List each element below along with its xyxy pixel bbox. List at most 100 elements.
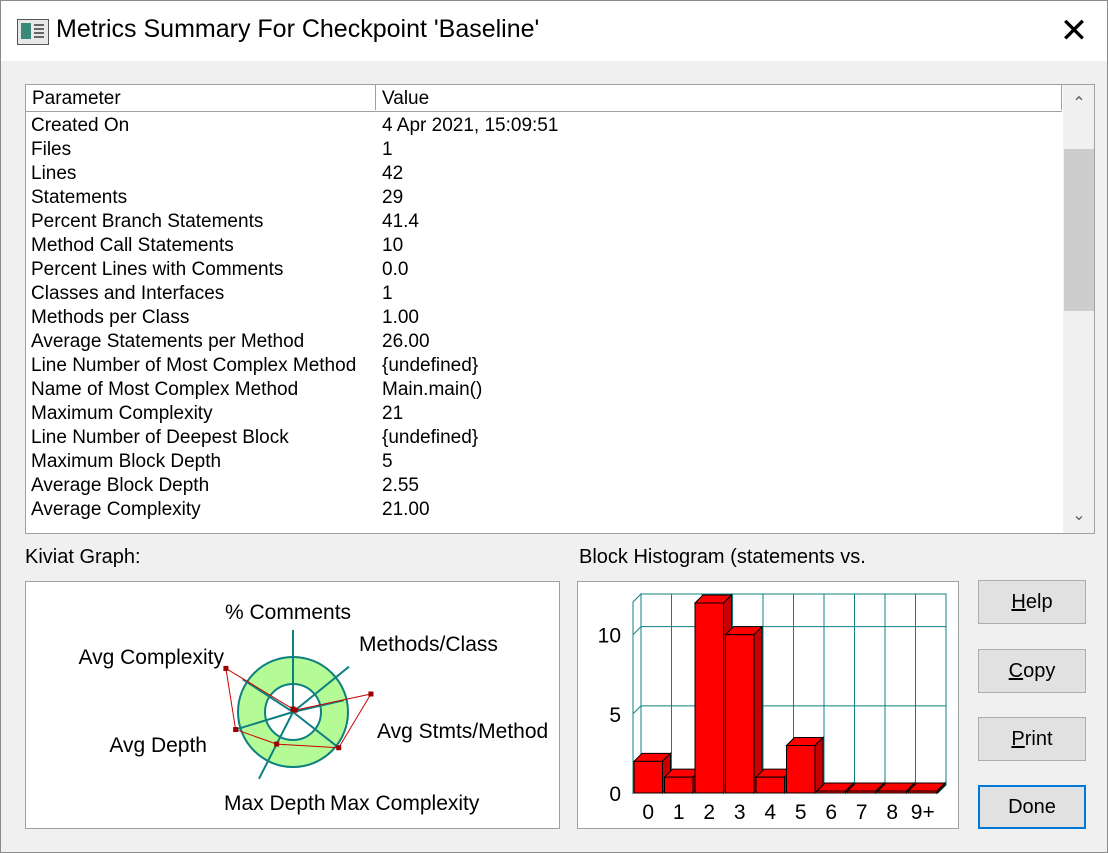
value-cell: 10 xyxy=(382,235,404,256)
parameter-cell: Percent Branch Statements xyxy=(31,211,264,232)
parameter-cell: Name of Most Complex Method xyxy=(31,379,299,400)
value-cell: 0.0 xyxy=(382,259,409,280)
value-cell: 29 xyxy=(382,187,404,208)
value-cell: 1 xyxy=(382,139,393,160)
parameter-cell: Percent Lines with Comments xyxy=(31,259,284,280)
table-header: Parameter Value xyxy=(26,85,1062,112)
histogram-y-tick-label: 10 xyxy=(598,625,621,648)
parameter-cell: Average Block Depth xyxy=(31,475,210,496)
table-row[interactable]: Line Number of Most Complex Method {undef… xyxy=(26,354,1062,378)
kiviat-axis-label: % Comments xyxy=(225,601,351,624)
parameter-cell: Lines xyxy=(31,163,77,184)
value-cell: 42 xyxy=(382,163,404,184)
column-header-parameter[interactable]: Parameter xyxy=(26,85,376,110)
done-label: Done xyxy=(1008,796,1056,818)
close-button[interactable]: ✕ xyxy=(1051,11,1097,51)
help-accelerator: H xyxy=(1011,591,1026,613)
kiviat-graph-canvas: % Comments Methods/Class Avg Stmts/Method M… xyxy=(78,601,548,815)
kiviat-axis-label: Methods/Class xyxy=(359,633,498,656)
parameter-cell: Line Number of Deepest Block xyxy=(31,427,289,448)
value-cell: 41.4 xyxy=(382,211,419,232)
table-row[interactable]: Method Call Statements 10 xyxy=(26,234,1062,258)
table-row[interactable]: Percent Lines with Comments 0.0 xyxy=(26,258,1062,282)
kiviat-vertex-marker xyxy=(223,665,229,671)
parameter-cell: Line Number of Most Complex Method xyxy=(31,355,357,376)
done-button[interactable]: Done xyxy=(978,785,1086,829)
histogram-x-tick-label: 7 xyxy=(856,801,868,824)
histogram-y-tick-label: 5 xyxy=(609,704,621,727)
value-cell: 1 xyxy=(382,283,393,304)
column-header-value[interactable]: Value xyxy=(376,85,1062,110)
table-row[interactable]: Line Number of Deepest Block {undefined} xyxy=(26,426,1062,450)
close-icon: ✕ xyxy=(1059,12,1089,50)
print-label-rest: rint xyxy=(1024,728,1053,750)
histogram-bar xyxy=(725,634,755,794)
help-button[interactable]: Help xyxy=(978,580,1086,624)
histogram-bar xyxy=(908,790,938,794)
histogram-bar xyxy=(847,790,877,794)
histogram-x-tick-label: 5 xyxy=(795,801,807,824)
histogram-x-tick-label: 2 xyxy=(703,801,715,824)
value-cell: 1.00 xyxy=(382,307,419,328)
kiviat-vertex-marker xyxy=(233,727,239,733)
parameter-cell: Methods per Class xyxy=(31,307,190,328)
table-row[interactable]: Created On 4 Apr 2021, 15:09:51 xyxy=(26,114,1062,138)
kiviat-graph: % Comments Methods/Class Avg Stmts/Method M… xyxy=(25,581,560,829)
value-cell: 2.55 xyxy=(382,475,419,496)
scroll-thumb[interactable] xyxy=(1064,149,1094,311)
copy-button[interactable]: Copy xyxy=(978,649,1086,693)
metrics-table: Parameter Value Created On 4 Apr 2021, 15… xyxy=(25,84,1095,534)
histogram-bar xyxy=(877,790,907,794)
app-icon xyxy=(17,19,49,45)
histogram-x-tick-label: 8 xyxy=(886,801,898,824)
value-cell: {undefined} xyxy=(382,355,479,376)
table-row[interactable]: Maximum Block Depth 5 xyxy=(26,450,1062,474)
table-row[interactable]: Name of Most Complex Method Main.main() xyxy=(26,378,1062,402)
parameter-cell: Files xyxy=(31,139,72,160)
table-row[interactable]: Methods per Class 1.00 xyxy=(26,306,1062,330)
table-row[interactable]: Average Statements per Method 26.00 xyxy=(26,330,1062,354)
histogram-bar xyxy=(786,745,816,794)
value-cell: {undefined} xyxy=(382,427,479,448)
kiviat-axis-label: Max Depth xyxy=(224,792,326,815)
block-histogram: 0 5 10 0 1 2 3 4 5 6 7 8 9+ xyxy=(577,581,959,829)
histogram-bar-side xyxy=(753,625,763,795)
histogram-bar xyxy=(816,790,846,794)
block-histogram-chart: 05100 1 2 3 4 5 6 7 8 9+ xyxy=(598,592,948,824)
table-row[interactable]: Files 1 xyxy=(26,138,1062,162)
table-row[interactable]: Average Block Depth 2.55 xyxy=(26,474,1062,498)
histogram-x-tick-label: 4 xyxy=(764,801,776,824)
copy-label-rest: opy xyxy=(1023,660,1056,682)
value-cell: 21.00 xyxy=(382,499,430,520)
scroll-down-arrow-icon[interactable]: ⌄ xyxy=(1063,501,1094,531)
table-row[interactable]: Statements 29 xyxy=(26,186,1062,210)
kiviat-axis-label: Avg Stmts/Method xyxy=(377,720,548,743)
value-cell: 4 Apr 2021, 15:09:51 xyxy=(382,115,559,136)
print-button[interactable]: Print xyxy=(978,717,1086,761)
scroll-up-arrow-icon[interactable]: ⌃ xyxy=(1063,89,1094,119)
table-row[interactable]: Classes and Interfaces 1 xyxy=(26,282,1062,306)
kiviat-vertex-marker xyxy=(336,745,342,751)
value-cell: 5 xyxy=(382,451,393,472)
parameter-cell: Maximum Complexity xyxy=(31,403,213,424)
kiviat-axis-label: Avg Depth xyxy=(109,734,207,757)
parameter-cell: Average Statements per Method xyxy=(31,331,305,352)
parameter-cell: Method Call Statements xyxy=(31,235,234,256)
kiviat-vertex-marker xyxy=(292,707,298,713)
parameter-cell: Statements xyxy=(31,187,128,208)
value-cell: Main.main() xyxy=(382,379,483,400)
histogram-x-tick-label: 0 xyxy=(642,801,654,824)
histogram-bar-side xyxy=(814,736,824,795)
window-title: Metrics Summary For Checkpoint 'Baseline… xyxy=(56,15,540,43)
table-row[interactable]: Average Complexity 21.00 xyxy=(26,498,1062,522)
copy-accelerator: C xyxy=(1008,660,1024,682)
table-body: Created On 4 Apr 2021, 15:09:51 Files 1 Line… xyxy=(26,114,1062,522)
vertical-scrollbar[interactable]: ⌃ ⌄ xyxy=(1063,85,1094,533)
table-row[interactable]: Lines 42 xyxy=(26,162,1062,186)
print-accelerator: P xyxy=(1011,728,1025,750)
kiviat-axis-label: Avg Complexity xyxy=(78,646,224,669)
histogram-bar xyxy=(755,776,785,794)
help-label-rest: elp xyxy=(1025,591,1053,613)
table-row[interactable]: Percent Branch Statements 41.4 xyxy=(26,210,1062,234)
table-row[interactable]: Maximum Complexity 21 xyxy=(26,402,1062,426)
